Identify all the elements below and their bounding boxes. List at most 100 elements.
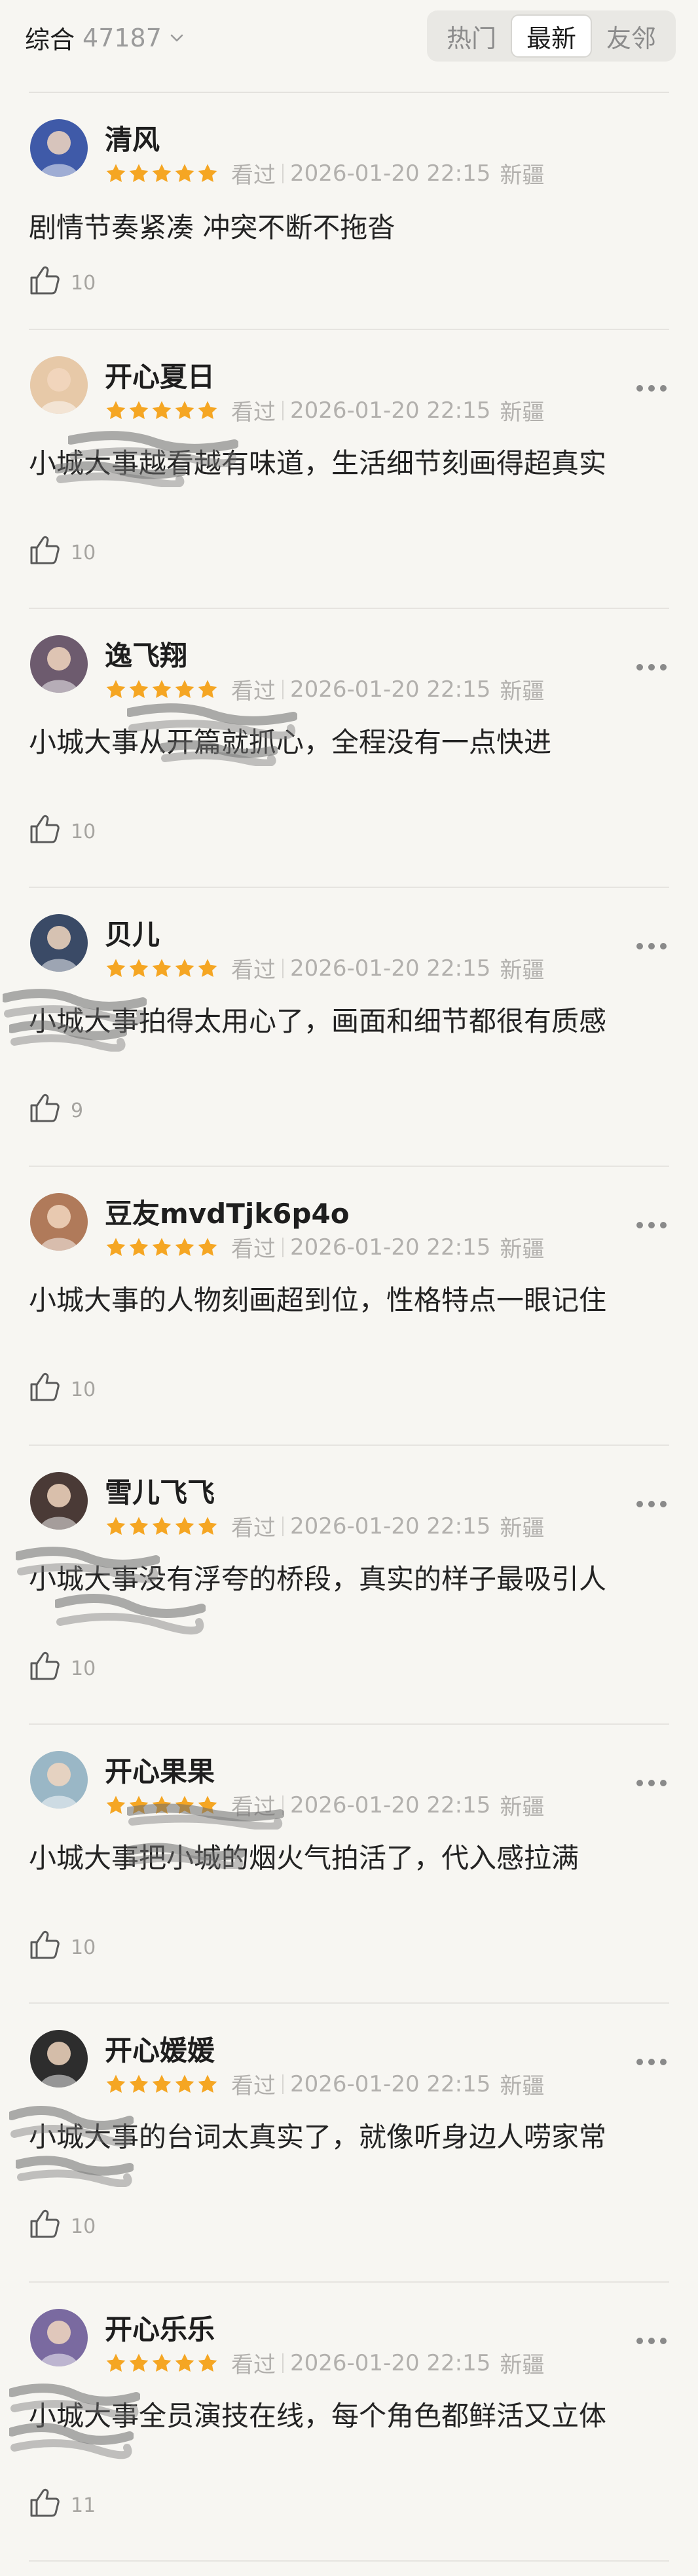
rating-stars (105, 162, 219, 185)
location: 新疆 (500, 2073, 545, 2099)
star-icon (129, 680, 149, 698)
chevron-down-icon (168, 29, 185, 46)
like-button[interactable]: 11 (29, 2487, 96, 2524)
rating-stars (105, 399, 219, 422)
avatar[interactable] (30, 119, 88, 177)
comment-meta: 看过 2026-01-20 22:15 新疆 (105, 952, 544, 984)
star-icon (198, 164, 217, 182)
star-icon (175, 1517, 194, 1535)
more-options-icon[interactable] (636, 943, 667, 949)
separator (282, 1516, 284, 1536)
like-button[interactable]: 10 (29, 2208, 96, 2245)
avatar[interactable] (30, 1193, 88, 1251)
avatar[interactable] (30, 356, 88, 414)
user-name[interactable]: 雪儿飞飞 (105, 1471, 215, 1511)
rating-stars (105, 1794, 219, 1816)
comment-meta: 看过 2026-01-20 22:15 新疆 (105, 394, 544, 426)
watch-status: 看过 (231, 2073, 276, 2099)
thumbs-up-icon (29, 534, 71, 571)
location: 新疆 (500, 2352, 545, 2378)
user-name[interactable]: 豆友mvdTjk6p4o (105, 1192, 350, 1232)
separator (282, 958, 284, 978)
like-button[interactable]: 10 (29, 813, 96, 850)
star-icon (129, 401, 149, 419)
star-icon (198, 959, 217, 977)
avatar[interactable] (30, 2030, 88, 2088)
star-icon (198, 1238, 217, 1256)
watch-status: 看过 (231, 1794, 276, 1820)
avatar-face (47, 1763, 71, 1786)
like-button[interactable]: 10 (29, 265, 96, 301)
more-options-icon[interactable] (636, 1780, 667, 1786)
user-name[interactable]: 清风 (105, 118, 160, 158)
user-name[interactable]: 开心果果 (105, 1750, 215, 1790)
timestamp: 2026-01-20 22:15 (290, 2349, 491, 2376)
thumbs-up-icon (29, 2208, 71, 2245)
avatar-face (47, 647, 71, 671)
like-button[interactable]: 10 (29, 1371, 96, 1408)
star-icon (175, 2353, 194, 2372)
tab-latest[interactable]: 最新 (510, 14, 592, 58)
top-bar: 综合 47187 热门 最新 友邻 (0, 0, 698, 71)
sort-filter-dropdown[interactable]: 综合 47187 (25, 20, 185, 56)
like-button[interactable]: 10 (29, 1929, 96, 1966)
rating-stars (105, 957, 219, 980)
star-icon (152, 401, 172, 419)
star-icon (106, 401, 126, 419)
location: 新疆 (500, 678, 545, 705)
like-count: 11 (71, 2493, 96, 2517)
comment-text: 小城大事的台词太真实了，就像听身边人唠家常 (29, 2121, 607, 2153)
like-count: 9 (71, 1099, 84, 1122)
star-icon (106, 1238, 126, 1256)
user-name[interactable]: 贝儿 (105, 913, 160, 953)
watch-status: 看过 (231, 678, 276, 705)
timestamp: 2026-01-20 22:15 (290, 1792, 491, 1818)
user-name[interactable]: 开心媛媛 (105, 2029, 215, 2069)
star-icon (152, 1238, 172, 1256)
user-name[interactable]: 逸飞翔 (105, 634, 187, 674)
like-button[interactable]: 9 (29, 1092, 83, 1129)
comment-item: 逸飞翔 看过 2026-01-20 22:15 新疆 小城大事从开篇就抓心，全程没有一点… (29, 609, 669, 888)
like-count: 10 (71, 820, 96, 843)
avatar[interactable] (30, 1472, 88, 1530)
user-name[interactable]: 开心夏日 (105, 355, 215, 395)
more-options-icon[interactable] (636, 1222, 667, 1228)
thumbs-up-icon (29, 813, 71, 850)
avatar[interactable] (30, 2309, 88, 2366)
more-options-icon[interactable] (636, 2059, 667, 2065)
star-icon (129, 1795, 149, 1814)
avatar-face (47, 131, 71, 155)
user-name[interactable]: 开心乐乐 (105, 2308, 215, 2347)
star-icon (175, 164, 194, 182)
watch-status: 看过 (231, 162, 276, 189)
more-options-icon[interactable] (636, 2338, 667, 2344)
star-icon (129, 1517, 149, 1535)
avatar[interactable] (30, 1751, 88, 1809)
more-options-icon[interactable] (636, 664, 667, 671)
star-icon (106, 680, 126, 698)
comment-count: 47187 (83, 23, 162, 52)
star-icon (106, 1795, 126, 1814)
like-button[interactable]: 10 (29, 1650, 96, 1687)
like-count: 10 (71, 1657, 96, 1680)
comment-text: 小城大事从开篇就抓心，全程没有一点快进 (29, 726, 552, 758)
tab-friends[interactable]: 友邻 (592, 14, 670, 58)
avatar-face (47, 2321, 71, 2344)
comment-item: 雪儿飞飞 看过 2026-01-20 22:15 新疆 小城大事没有浮夸的桥段，真实的样… (16, 1446, 669, 1725)
more-options-icon[interactable] (636, 1501, 667, 1507)
star-icon (106, 2353, 126, 2372)
avatar[interactable] (30, 635, 88, 693)
rating-stars (105, 678, 219, 701)
star-icon (175, 1238, 194, 1256)
like-button[interactable]: 10 (29, 534, 96, 571)
avatar[interactable] (30, 914, 88, 972)
more-options-icon[interactable] (636, 385, 667, 392)
thumbs-up-icon (29, 265, 71, 301)
separator (282, 1237, 284, 1257)
location: 新疆 (500, 1515, 545, 1541)
comment-meta: 看过 2026-01-20 22:15 新疆 (105, 157, 544, 189)
separator (282, 1795, 284, 1815)
star-icon (106, 1517, 126, 1535)
comment-meta: 看过 2026-01-20 22:15 新疆 (105, 1231, 544, 1263)
tab-hot[interactable]: 热门 (432, 14, 511, 58)
